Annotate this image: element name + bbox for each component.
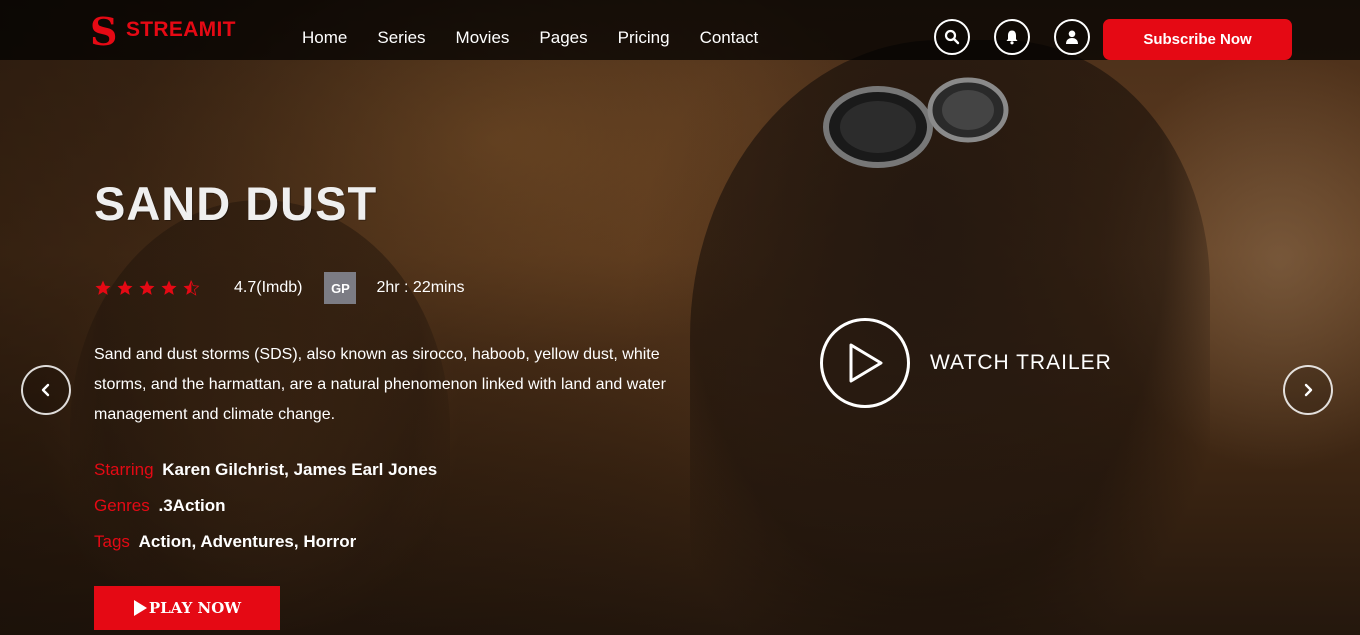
movie-duration: 2hr : 22mins (376, 279, 465, 296)
goggles-illustration (823, 77, 1009, 168)
imdb-rating: 4.7(Imdb) (234, 279, 303, 296)
trailer-play-circle (820, 318, 910, 408)
nav-item-series[interactable]: Series (377, 28, 425, 48)
carousel-next-button[interactable] (1283, 365, 1333, 415)
user-icon (1066, 30, 1078, 44)
tags-label: Tags (94, 532, 130, 551)
watch-trailer-label: WATCH TRAILER (930, 351, 1112, 374)
subscribe-button[interactable]: Subscribe Now (1103, 19, 1292, 60)
half-star-icon (183, 280, 200, 296)
bell-icon (1006, 30, 1018, 45)
brand-logo[interactable]: S STREAMIT (90, 9, 236, 54)
top-navbar: S STREAMIT Home Series Movies Pages Pric… (0, 0, 1360, 60)
play-now-button[interactable]: PLAY NOW (94, 586, 280, 630)
movie-title: SAND DUST (94, 177, 378, 230)
star-icon (161, 280, 177, 295)
genres-value: .3Action (158, 496, 226, 515)
tags-value: Action, Adventures, Horror (138, 532, 357, 551)
tags-line: Tags Action, Adventures, Horror (94, 532, 356, 552)
search-button[interactable] (934, 19, 970, 55)
nav-item-home[interactable]: Home (302, 28, 347, 48)
starring-value: Karen Gilchrist, James Earl Jones (162, 460, 438, 479)
brand-name: STREAMIT (126, 18, 236, 41)
play-now-label: PLAY NOW (148, 599, 242, 617)
play-outline-icon (849, 343, 883, 383)
star-rating (94, 279, 204, 297)
star-icon (117, 280, 133, 295)
nav-item-pages[interactable]: Pages (539, 28, 587, 48)
main-nav: Home Series Movies Pages Pricing Contact (302, 28, 788, 48)
chevron-right-icon (1304, 383, 1313, 397)
starring-line: Starring Karen Gilchrist, James Earl Jon… (94, 460, 437, 480)
movie-meta: 4.7(Imdb) GP 2hr : 22mins (94, 272, 465, 304)
starring-label: Starring (94, 460, 154, 479)
chevron-left-icon (41, 383, 50, 397)
genres-line: Genres .3Action (94, 496, 226, 516)
user-button[interactable] (1054, 19, 1090, 55)
carousel-prev-button[interactable] (21, 365, 71, 415)
notifications-button[interactable] (994, 19, 1030, 55)
play-icon (133, 600, 147, 616)
watch-trailer-button[interactable]: WATCH TRAILER (820, 318, 1112, 408)
nav-item-pricing[interactable]: Pricing (618, 28, 670, 48)
nav-item-contact[interactable]: Contact (700, 28, 759, 48)
search-icon (944, 29, 960, 45)
hero-banner: S STREAMIT Home Series Movies Pages Pric… (0, 0, 1360, 635)
movie-description: Sand and dust storms (SDS), also known a… (94, 346, 666, 423)
star-icon (139, 280, 155, 295)
age-rating-badge: GP (324, 272, 357, 304)
nav-item-movies[interactable]: Movies (456, 28, 510, 48)
star-icon (95, 280, 111, 295)
logo-mark-icon: S (90, 9, 118, 54)
genres-label: Genres (94, 496, 150, 515)
